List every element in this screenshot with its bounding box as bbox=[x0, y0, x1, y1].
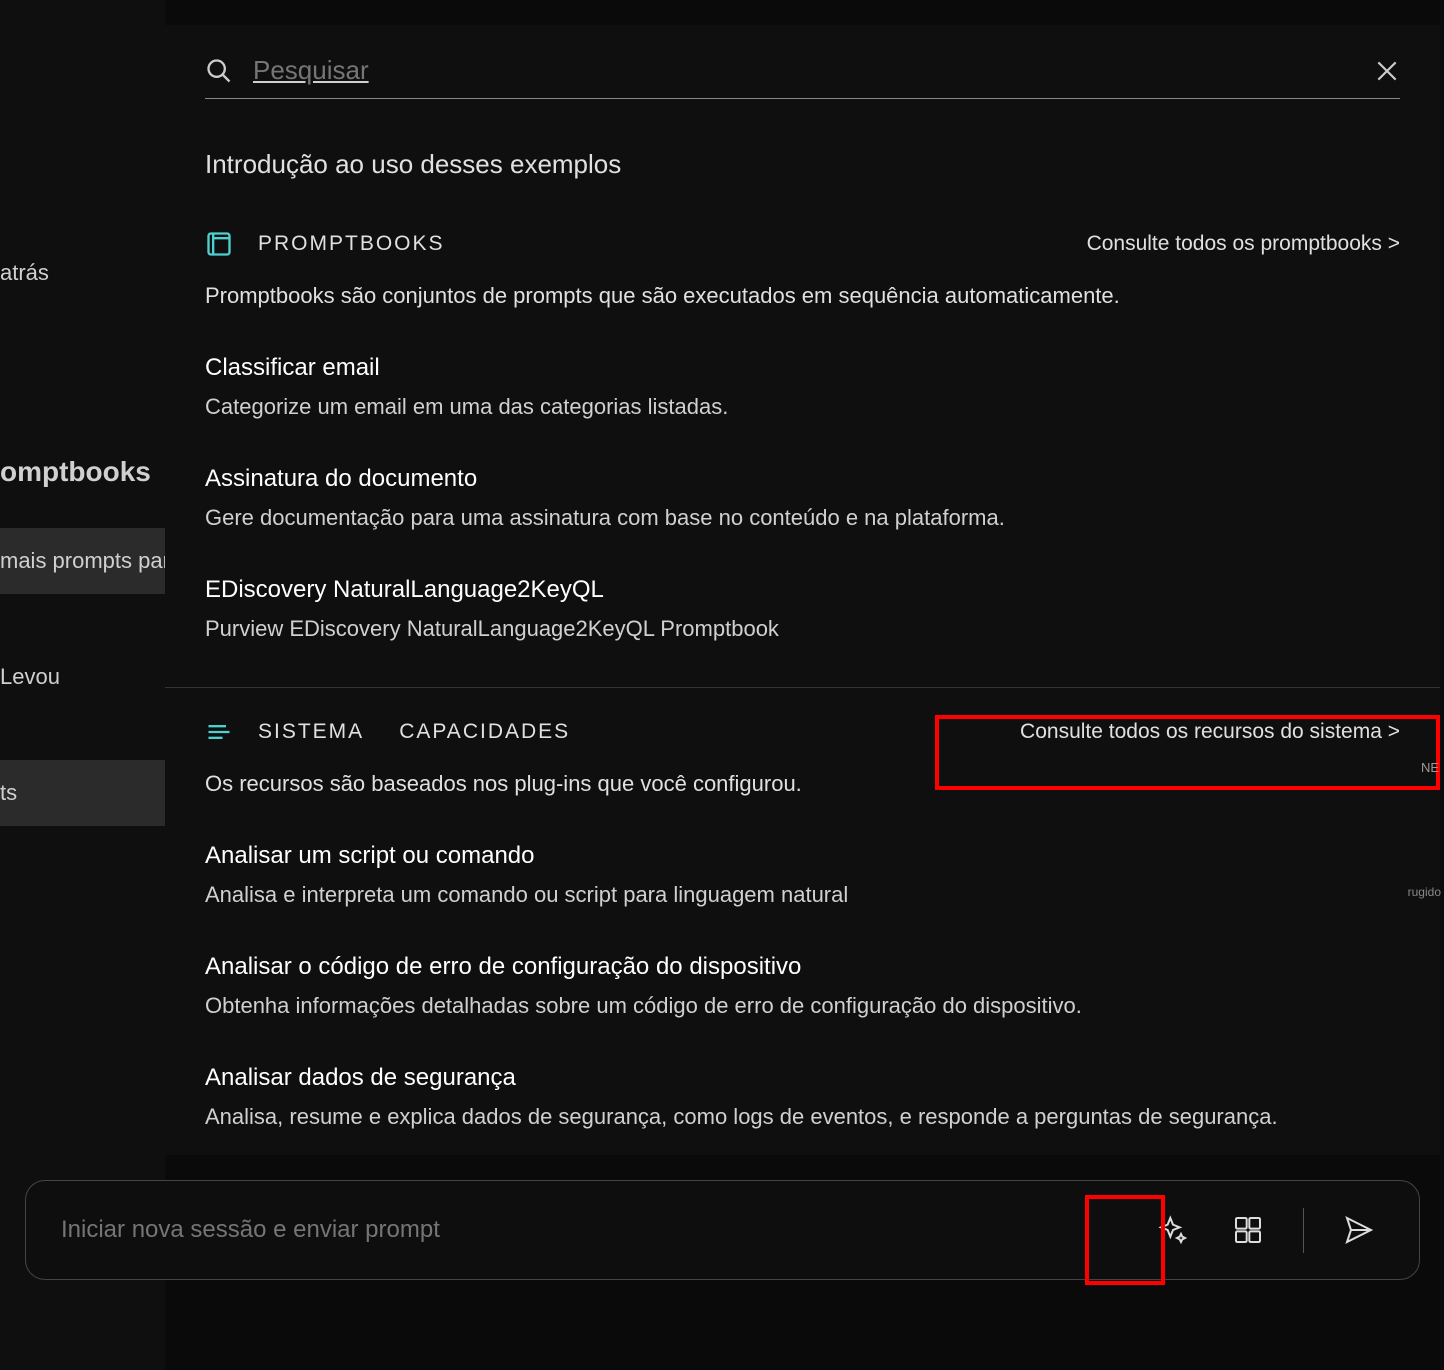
system-item-title: Analisar o código de erro de configuraçã… bbox=[205, 953, 1400, 981]
sidebar-item-promptbooks[interactable]: omptbooks bbox=[0, 436, 165, 508]
system-item[interactable]: Analisar dados de segurança Analisa, res… bbox=[205, 1064, 1400, 1130]
sidebar-item-levou[interactable]: Levou bbox=[0, 644, 165, 710]
promptbook-item-desc: Categorize um email em uma das categoria… bbox=[205, 394, 1400, 420]
divider bbox=[1303, 1208, 1304, 1253]
main-panel: Introdução ao uso desses exemplos PROMPT… bbox=[165, 25, 1440, 1155]
corner-label-ne: NE bbox=[1421, 760, 1439, 775]
system-header: SISTEMA CAPACIDADES Consulte todos os re… bbox=[205, 718, 1400, 746]
sparkle-icon bbox=[1157, 1214, 1189, 1246]
sidebar-item-label: mais prompts para bbox=[0, 548, 165, 573]
system-item-desc: Analisa, resume e explica dados de segur… bbox=[205, 1104, 1400, 1130]
promptbook-item[interactable]: Assinatura do documento Gere documentaçã… bbox=[205, 465, 1400, 531]
sidebar-item-label: omptbooks bbox=[0, 456, 151, 487]
system-description: Os recursos são baseados nos plug-ins qu… bbox=[205, 771, 1400, 797]
intro-heading: Introdução ao uso desses exemplos bbox=[205, 149, 1400, 180]
prompt-input-bar bbox=[25, 1180, 1420, 1280]
system-item[interactable]: Analisar o código de erro de configuraçã… bbox=[205, 953, 1400, 1019]
promptbook-item[interactable]: Classificar email Categorize um email em… bbox=[205, 354, 1400, 420]
sidebar-item-label: atrás bbox=[0, 260, 49, 285]
promptbooks-description: Promptbooks são conjuntos de prompts que… bbox=[205, 283, 1400, 309]
promptbooks-see-all-link[interactable]: Consulte todos os promptbooks > bbox=[1087, 232, 1400, 256]
system-item-desc: Analisa e interpreta um comando ou scrip… bbox=[205, 882, 1400, 908]
book-icon bbox=[205, 230, 233, 258]
system-title: SISTEMA bbox=[258, 720, 364, 744]
promptbook-item-desc: Purview EDiscovery NaturalLanguage2KeyQL… bbox=[205, 616, 1400, 642]
sidebar-item-ts[interactable]: ts bbox=[0, 760, 165, 826]
close-icon[interactable] bbox=[1374, 58, 1400, 84]
corner-label-rugido: rugido bbox=[1408, 885, 1441, 899]
section-divider bbox=[165, 687, 1440, 688]
sidebar-item-more-prompts[interactable]: mais prompts para bbox=[0, 528, 165, 594]
system-item[interactable]: Analisar um script ou comando Analisa e … bbox=[205, 842, 1400, 908]
apps-button[interactable] bbox=[1223, 1205, 1273, 1255]
send-icon bbox=[1343, 1214, 1375, 1246]
system-subtitle: CAPACIDADES bbox=[399, 720, 570, 744]
search-icon bbox=[205, 57, 233, 85]
promptbook-item[interactable]: EDiscovery NaturalLanguage2KeyQL Purview… bbox=[205, 576, 1400, 642]
system-see-all-link[interactable]: Consulte todos os recursos do sistema > bbox=[1020, 720, 1400, 744]
search-input[interactable] bbox=[253, 55, 1374, 86]
system-item-title: Analisar dados de segurança bbox=[205, 1064, 1400, 1092]
promptbooks-title: PROMPTBOOKS bbox=[258, 232, 445, 256]
apps-icon bbox=[1232, 1214, 1264, 1246]
list-icon bbox=[205, 718, 233, 746]
promptbooks-header: PROMPTBOOKS Consulte todos os promptbook… bbox=[205, 230, 1400, 258]
sidebar-item-label: ts bbox=[0, 780, 17, 805]
send-button[interactable] bbox=[1334, 1205, 1384, 1255]
sidebar: atrás omptbooks mais prompts para Levou … bbox=[0, 0, 165, 1370]
promptbook-item-title: EDiscovery NaturalLanguage2KeyQL bbox=[205, 576, 1400, 604]
sidebar-item-label: Levou bbox=[0, 664, 60, 689]
search-bar bbox=[205, 55, 1400, 99]
system-item-title: Analisar um script ou comando bbox=[205, 842, 1400, 870]
promptbook-item-title: Classificar email bbox=[205, 354, 1400, 382]
promptbook-item-title: Assinatura do documento bbox=[205, 465, 1400, 493]
sparkle-button[interactable] bbox=[1148, 1205, 1198, 1255]
promptbook-item-desc: Gere documentação para uma assinatura co… bbox=[205, 505, 1400, 531]
sidebar-item-back[interactable]: atrás bbox=[0, 240, 165, 306]
system-item-desc: Obtenha informações detalhadas sobre um … bbox=[205, 993, 1400, 1019]
prompt-input[interactable] bbox=[61, 1216, 1148, 1244]
